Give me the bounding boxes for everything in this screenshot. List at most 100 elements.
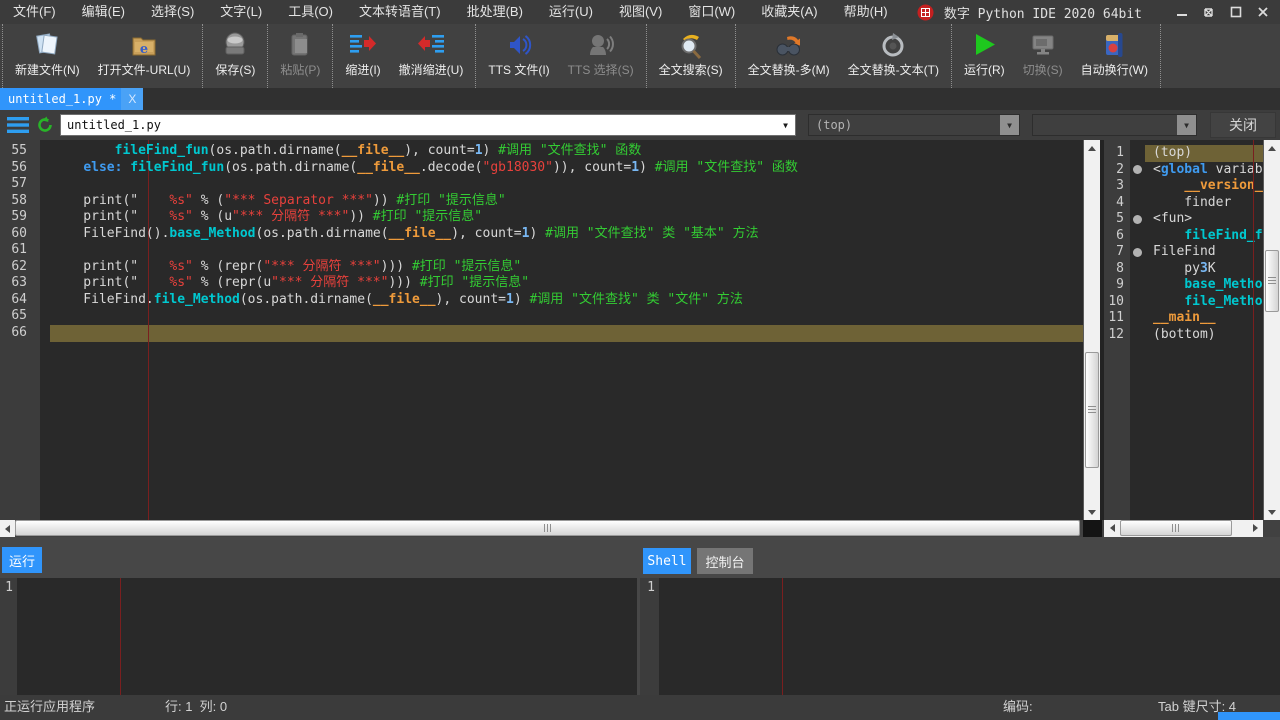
outline-row-label: fileFind_fun [1145,228,1263,245]
app-window: 文件(F)编辑(E)选择(S)文字(L)工具(O)文本转语音(T)批处理(B)运… [0,0,1280,720]
outline-bullet-empty [1130,145,1145,162]
console-area: 1 1 [0,578,1280,695]
toolbar-button-label: TTS 选择(S) [568,63,634,77]
structure-hscroll-thumb[interactable] [1120,520,1232,536]
menu-item[interactable]: 帮助(H) [831,0,901,24]
scroll-right-icon[interactable] [1247,520,1263,536]
toolbar-search-all-button[interactable]: 全文搜索(S) [650,25,732,87]
scroll-down-icon[interactable] [1264,504,1280,520]
line-number: 64 [0,292,40,309]
search-all-icon [676,27,706,63]
toolbar-replace-multi-button[interactable]: 全文替换-多(M) [739,25,839,87]
paste-icon [285,27,315,63]
line-number: 61 [0,242,40,259]
outline-row[interactable]: base_Method [1130,277,1263,294]
menu-item[interactable]: 文件(F) [0,0,69,24]
tab-untitled-1[interactable]: untitled_1.py * X [0,88,143,110]
resize-grip[interactable] [1218,712,1280,720]
maximize-button[interactable] [1222,0,1249,24]
outline-row[interactable]: <fun> [1130,211,1263,228]
outline-row[interactable]: (bottom) [1130,327,1263,344]
menu-item[interactable]: 视图(V) [606,0,675,24]
structure-hscrollbar[interactable] [1104,520,1263,537]
outline-row[interactable]: py3K [1130,261,1263,278]
code-line [40,176,1083,193]
outline-bullet-icon [1130,244,1145,261]
close-button[interactable] [1249,0,1276,24]
structure-vscrollbar[interactable] [1263,140,1280,520]
console-line-number: 1 [0,580,17,595]
chevron-down-icon: ▼ [1177,115,1196,135]
menu-item[interactable]: 编辑(E) [69,0,138,24]
replace-multi-icon [774,27,804,63]
outline-bullet-empty [1130,178,1145,195]
menu-item[interactable]: 运行(U) [536,0,606,24]
tab-close-icon[interactable]: X [121,88,143,110]
outline-row[interactable]: __version__ [1130,178,1263,195]
toolbar-open-file-url-button[interactable]: e打开文件-URL(U) [89,25,200,87]
restore-button[interactable] [1195,0,1222,24]
hamburger-menu-icon[interactable] [7,117,29,138]
toolbar-tts-file-button[interactable]: TTS 文件(I) [479,25,558,87]
scroll-left-icon[interactable] [1104,520,1120,536]
scroll-up-icon[interactable] [1264,140,1280,156]
menubar: 文件(F)编辑(E)选择(S)文字(L)工具(O)文本转语音(T)批处理(B)运… [0,0,901,24]
outline-row-label: finder [1145,195,1263,212]
toolbar-save-button[interactable]: 保存(S) [206,25,264,87]
tab-shell[interactable]: Shell [643,548,691,574]
outline-row[interactable]: file_Method [1130,294,1263,311]
run-button[interactable]: 运行 [2,547,42,573]
menu-item[interactable]: 工具(O) [275,0,346,24]
outline-row[interactable]: finder [1130,195,1263,212]
toolbar-new-file-button[interactable]: 新建文件(N) [6,25,89,87]
menu-item[interactable]: 窗口(W) [675,0,748,24]
toolbar-run-button[interactable]: 运行(R) [955,25,1014,87]
scroll-up-icon[interactable] [1084,140,1100,156]
menu-item[interactable]: 文本转语音(T) [346,0,454,24]
toolbar-button-label: 全文搜索(S) [659,63,723,77]
structure-line-number: 10 [1104,294,1130,311]
console-gutter: 1 [640,578,659,695]
menu-item[interactable]: 选择(S) [138,0,207,24]
shell-output-panel[interactable] [17,578,637,695]
toolbar-unindent-button[interactable]: 撤消缩进(U) [390,25,473,87]
structure-line-number: 1 [1104,145,1130,162]
outline-row[interactable]: fileFind_fun [1130,228,1263,245]
unindent-icon [416,27,446,63]
outline-row[interactable]: __main__ [1130,310,1263,327]
scope-combobox[interactable]: (top) ▼ [808,114,1020,136]
scroll-left-icon[interactable] [0,520,15,537]
line-number: 57 [0,176,40,193]
close-editor-button[interactable]: 关闭 [1210,112,1276,138]
toolbar-button-label: 缩进(I) [345,63,380,77]
editor-vscroll-thumb[interactable] [1085,352,1099,468]
member-combobox[interactable]: ▼ [1032,114,1197,136]
refresh-icon[interactable] [36,116,54,139]
toolbar-indent-button[interactable]: 缩进(I) [336,25,389,87]
menu-item[interactable]: 文字(L) [207,0,275,24]
toolbar-button-label: 运行(R) [964,63,1005,77]
editor-hscroll-thumb[interactable] [15,520,1080,536]
toolbar-tts-select-button: TTS 选择(S) [559,25,643,87]
outline-row[interactable]: FileFind [1130,244,1263,261]
console-gutter: 1 [0,578,17,695]
structure-line-number: 2 [1104,162,1130,179]
tab-console[interactable]: 控制台 [697,548,753,574]
code-editor[interactable]: fileFind_fun(os.path.dirname(__file__), … [40,140,1083,520]
scroll-down-icon[interactable] [1084,504,1100,520]
minimize-button[interactable] [1168,0,1195,24]
toolbar-replace-text-button[interactable]: 全文替换-文本(T) [839,25,948,87]
hscroll-row [0,520,1280,537]
console-output-panel[interactable] [659,578,1280,695]
menu-item[interactable]: 批处理(B) [454,0,536,24]
menu-item[interactable]: 收藏夹(A) [748,0,830,24]
outline-row[interactable]: (top) [1130,145,1263,162]
editor-vscrollbar[interactable] [1083,140,1100,520]
outline-bullet-empty [1130,195,1145,212]
outline-row[interactable]: <global variable> [1130,162,1263,179]
file-combobox[interactable]: untitled_1.py ▼ [60,114,796,136]
toolbar-word-wrap-button[interactable]: 自动换行(W) [1072,25,1157,87]
structure-vscroll-thumb[interactable] [1265,250,1279,312]
code-line: print(" %s" % (repr(u"*** 分隔符 ***"))) #打… [40,275,1083,292]
toolbar: 新建文件(N)e打开文件-URL(U)保存(S)粘贴(P)缩进(I)撤消缩进(U… [0,24,1280,88]
